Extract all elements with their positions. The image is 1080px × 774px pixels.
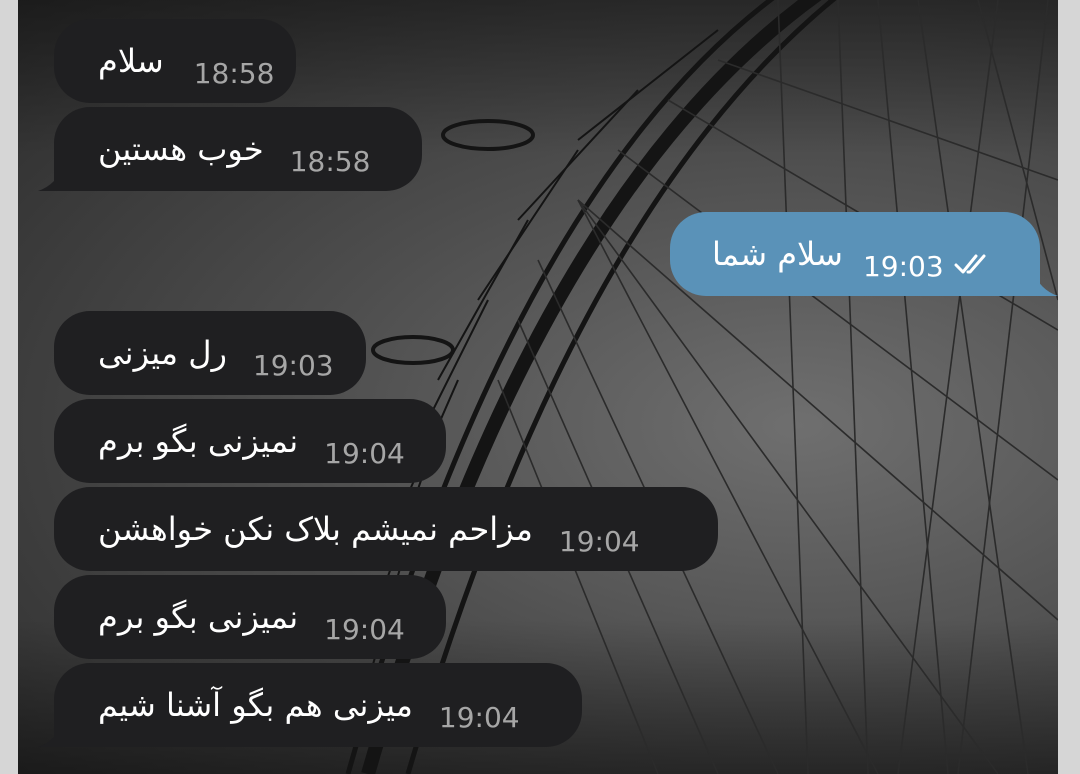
message-time: 19:03 bbox=[862, 249, 944, 283]
bubble-tail bbox=[38, 721, 64, 747]
message-text: میزنی هم بگو آشنا شیم bbox=[98, 686, 413, 724]
read-double-check-icon bbox=[954, 254, 986, 274]
message-time: 18:58 bbox=[193, 56, 275, 90]
bubble-tail bbox=[1032, 270, 1058, 296]
incoming-message[interactable]: مزاحم نمیشم بلاک نکن خواهشن 19:04 bbox=[54, 487, 718, 571]
message-text: نمیزنی بگو برم bbox=[98, 422, 299, 460]
chat-wallpaper: سلام 18:58 خوب هستین 18:58 سلام شما 19:0… bbox=[18, 0, 1058, 774]
bubble-tail bbox=[38, 165, 64, 191]
outgoing-message[interactable]: سلام شما 19:03 bbox=[670, 212, 1040, 296]
message-text: سلام bbox=[98, 42, 164, 80]
message-time: 19:03 bbox=[252, 348, 334, 382]
incoming-message[interactable]: نمیزنی بگو برم 19:04 bbox=[54, 575, 446, 659]
incoming-message[interactable]: رل میزنی 19:03 bbox=[54, 311, 366, 395]
incoming-message[interactable]: سلام 18:58 bbox=[54, 19, 296, 103]
message-time: 19:04 bbox=[438, 700, 520, 734]
message-time: 18:58 bbox=[289, 144, 371, 178]
message-text: نمیزنی بگو برم bbox=[98, 598, 299, 636]
message-text: خوب هستین bbox=[98, 130, 264, 168]
left-border bbox=[0, 0, 18, 774]
right-border bbox=[1058, 0, 1080, 774]
message-text: مزاحم نمیشم بلاک نکن خواهشن bbox=[98, 510, 533, 548]
incoming-message[interactable]: نمیزنی بگو برم 19:04 bbox=[54, 399, 446, 483]
message-time: 19:04 bbox=[324, 612, 405, 646]
incoming-message[interactable]: خوب هستین 18:58 bbox=[54, 107, 422, 191]
message-time: 19:04 bbox=[558, 524, 640, 558]
message-text: رل میزنی bbox=[98, 334, 227, 372]
message-text: سلام شما bbox=[712, 235, 843, 273]
incoming-message[interactable]: میزنی هم بگو آشنا شیم 19:04 bbox=[54, 663, 582, 747]
message-time: 19:04 bbox=[324, 436, 405, 470]
